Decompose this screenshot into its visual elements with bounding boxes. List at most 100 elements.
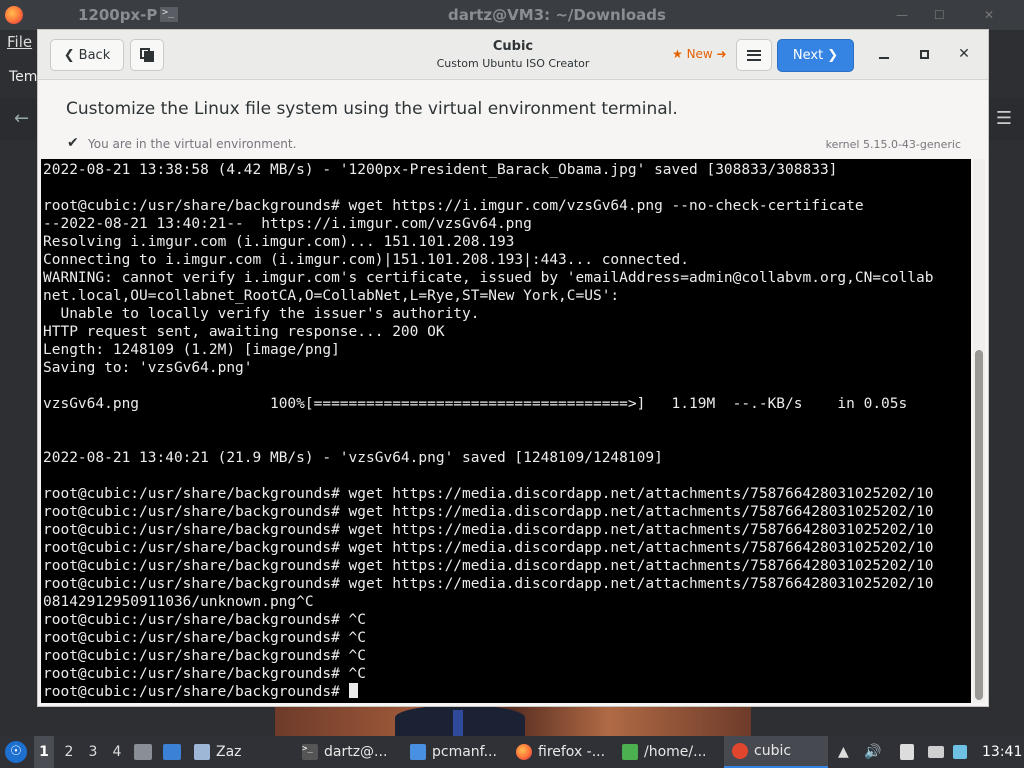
clipboard-icon[interactable] (900, 736, 914, 768)
workspace-3[interactable]: 3 (84, 736, 102, 768)
background-titlebar: 1200px-P >_ dartz@VM3: ~/Downloads — ☐ ✕ (0, 0, 1024, 30)
terminal-line: root@cubic:/usr/share/backgrounds# wget … (43, 540, 934, 556)
minimize-icon (879, 57, 889, 59)
terminal-line: vzsGv64.png 100%[=======================… (43, 396, 908, 412)
menu-file[interactable]: File (7, 33, 32, 51)
terminal-line: Unable to locally verify the issuer's au… (43, 306, 480, 322)
menu-button[interactable] (736, 39, 772, 71)
close-icon[interactable]: ✕ (984, 8, 994, 22)
terminal-line: 2022-08-21 13:38:58 (4.42 MB/s) - '1200p… (43, 162, 838, 178)
terminal-line: root@cubic:/usr/share/backgrounds# ^C (43, 648, 367, 664)
terminal-line: net.local,OU=collabnet_RootCA,O=CollabNe… (43, 288, 620, 304)
hamburger-icon (747, 49, 761, 61)
maximize-icon (919, 49, 929, 59)
background-photo (275, 706, 751, 736)
terminal-line: Connecting to i.imgur.com (i.imgur.com)|… (43, 252, 690, 268)
firefox-icon[interactable] (5, 6, 23, 24)
terminal-line: WARNING: cannot verify i.imgur.com's cer… (43, 270, 934, 286)
terminal-line: root@cubic:/usr/share/backgrounds# wget … (43, 558, 934, 574)
workspace-4[interactable]: 4 (108, 736, 126, 768)
start-menu-icon[interactable]: ☉ (5, 741, 27, 763)
terminal-line: root@cubic:/usr/share/backgrounds# wget … (43, 504, 934, 520)
task-label: firefox -... (538, 744, 606, 760)
task-label: dartz@... (324, 744, 388, 760)
cubic-icon (732, 743, 748, 759)
new-project-link[interactable]: ★ New ➜ (672, 47, 727, 61)
maximize-button[interactable] (914, 44, 934, 64)
window-icon (194, 744, 210, 760)
kernel-version: kernel 5.15.0-43-generic (825, 138, 961, 151)
terminal-line: root@cubic:/usr/share/backgrounds# ^C (43, 612, 367, 628)
terminal-line: HTTP request sent, awaiting response... … (43, 324, 445, 340)
task-label: /home/... (644, 744, 707, 760)
network-icon[interactable] (928, 736, 944, 768)
terminal-line: root@cubic:/usr/share/backgrounds# ^C (43, 666, 367, 682)
terminal-line: Saving to: 'vzsGv64.png' (43, 360, 253, 376)
firefox-icon (516, 744, 532, 760)
file-manager-icon (410, 744, 426, 760)
terminal-icon: >_ (160, 7, 178, 22)
header-bar: ❮ Back Cubic Custom Ubuntu ISO Creator ★… (38, 30, 988, 80)
next-button-label: Next (792, 48, 824, 63)
terminal-cursor (348, 683, 358, 698)
task-editor[interactable]: /home/... (622, 736, 722, 768)
checkmark-icon: ✔ (67, 135, 79, 151)
editor-icon (622, 744, 638, 760)
terminal-line: root@cubic:/usr/share/backgrounds# wget … (43, 576, 934, 592)
task-label: Zaz (216, 744, 242, 760)
terminal-line: Resolving i.imgur.com (i.imgur.com)... 1… (43, 234, 515, 250)
terminal-line: root@cubic:/usr/share/backgrounds# wget … (43, 486, 934, 502)
scrollbar-thumb[interactable] (975, 350, 983, 700)
archive-icon (134, 744, 152, 760)
tray-arrow-icon[interactable]: ▲ (838, 736, 849, 768)
terminal-line: 2022-08-21 13:40:21 (21.9 MB/s) - 'vzsGv… (43, 450, 663, 466)
desktop-icon (163, 744, 181, 760)
cubic-window: ❮ Back Cubic Custom Ubuntu ISO Creator ★… (37, 29, 989, 707)
next-button[interactable]: Next ❯ (777, 39, 854, 72)
minimize-icon[interactable]: — (896, 8, 908, 22)
terminal-scrollbar[interactable] (973, 159, 985, 703)
virtual-env-status: You are in the virtual environment. (88, 137, 297, 151)
workspace-2[interactable]: 2 (60, 736, 78, 768)
terminal-line: Length: 1248109 (1.2M) [image/png] (43, 342, 340, 358)
terminal-line: root@cubic:/usr/share/backgrounds# wget … (43, 198, 864, 214)
taskbar: ☉ 1 2 3 4 Zaz >_ dartz@... pcmanf... fire… (0, 736, 1024, 768)
minimize-button[interactable] (874, 44, 894, 64)
chevron-right-icon: ❯ (827, 48, 839, 63)
hamburger-menu-icon[interactable]: ☰ (996, 108, 1012, 129)
task-firefox[interactable]: firefox -... (516, 736, 616, 768)
files-launcher[interactable] (134, 736, 152, 768)
terminal-line: 08142912950911036/unknown.png^C (43, 594, 314, 610)
task-terminal[interactable]: >_ dartz@... (302, 736, 402, 768)
terminal-prompt-line: root@cubic:/usr/share/backgrounds# (43, 683, 971, 701)
close-button[interactable]: ✕ (954, 44, 974, 64)
terminal[interactable]: 2022-08-21 13:38:58 (4.42 MB/s) - '1200p… (41, 159, 971, 703)
task-pcmanfm[interactable]: pcmanf... (410, 736, 510, 768)
task-zaz[interactable]: Zaz (194, 736, 294, 768)
terminal-line: root@cubic:/usr/share/backgrounds# wget … (43, 522, 934, 538)
update-icon[interactable] (953, 736, 967, 768)
volume-icon[interactable]: 🔊 (864, 736, 881, 768)
terminal-line: --2022-08-21 13:40:21-- https://i.imgur.… (43, 216, 532, 232)
clock[interactable]: 13:41 (982, 736, 1022, 768)
terminal-prompt: root@cubic:/usr/share/backgrounds# (43, 684, 349, 700)
workspace-1[interactable]: 1 (34, 736, 54, 768)
show-desktop-launcher[interactable] (163, 736, 181, 768)
terminal-icon: >_ (302, 744, 318, 760)
terminal-line: root@cubic:/usr/share/backgrounds# ^C (43, 630, 367, 646)
back-arrow-icon[interactable]: ← (14, 108, 29, 129)
task-cubic[interactable]: cubic (724, 736, 828, 768)
page-heading: Customize the Linux file system using th… (66, 99, 678, 119)
close-icon: ✕ (958, 46, 970, 62)
task-label: pcmanf... (432, 744, 497, 760)
maximize-icon[interactable]: ☐ (934, 8, 945, 22)
firefox-tab-title[interactable]: 1200px-P (78, 6, 157, 24)
task-label: cubic (754, 743, 792, 759)
background-tab-label[interactable]: Tem (9, 69, 37, 85)
background-window-title: dartz@VM3: ~/Downloads (448, 6, 666, 24)
